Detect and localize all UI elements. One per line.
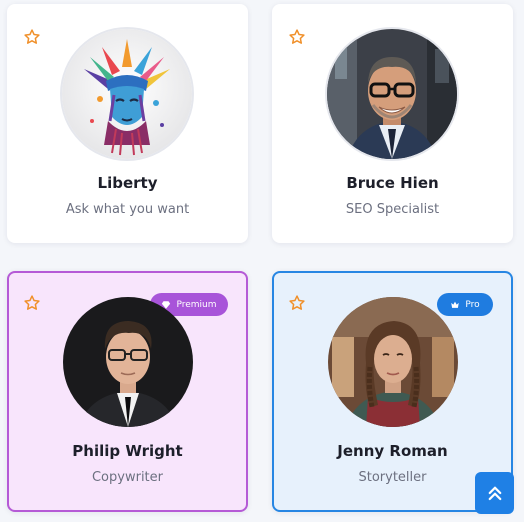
badge-label: Pro xyxy=(465,299,480,310)
assistant-card-philip-wright[interactable]: Premium Philip Wright Copywriter xyxy=(7,271,248,512)
card-role: Ask what you want xyxy=(65,202,190,217)
badge-label: Premium xyxy=(176,299,217,310)
card-role: Copywriter xyxy=(91,470,163,485)
crown-icon xyxy=(451,301,460,308)
card-name: Liberty xyxy=(97,174,158,192)
star-outline-icon[interactable] xyxy=(23,28,41,46)
star-outline-icon[interactable] xyxy=(288,294,306,312)
young-man-suit-avatar xyxy=(63,297,193,427)
card-name: Bruce Hien xyxy=(346,174,439,192)
woman-braids-avatar xyxy=(328,297,458,427)
card-name: Philip Wright xyxy=(72,442,183,460)
smiling-man-glasses-avatar xyxy=(327,29,457,159)
scroll-to-top-button[interactable] xyxy=(475,472,514,514)
star-outline-icon[interactable] xyxy=(288,28,306,46)
double-chevron-up-icon xyxy=(488,486,501,501)
pro-badge: Pro xyxy=(437,293,493,316)
assistant-card-bruce-hien[interactable]: Bruce Hien SEO Specialist xyxy=(272,4,513,243)
assistant-card-liberty[interactable]: Liberty Ask what you want xyxy=(7,4,248,243)
star-outline-icon[interactable] xyxy=(23,294,41,312)
card-name: Jenny Roman xyxy=(337,442,448,460)
card-role: SEO Specialist xyxy=(345,202,440,217)
statue-of-liberty-avatar xyxy=(62,29,192,159)
